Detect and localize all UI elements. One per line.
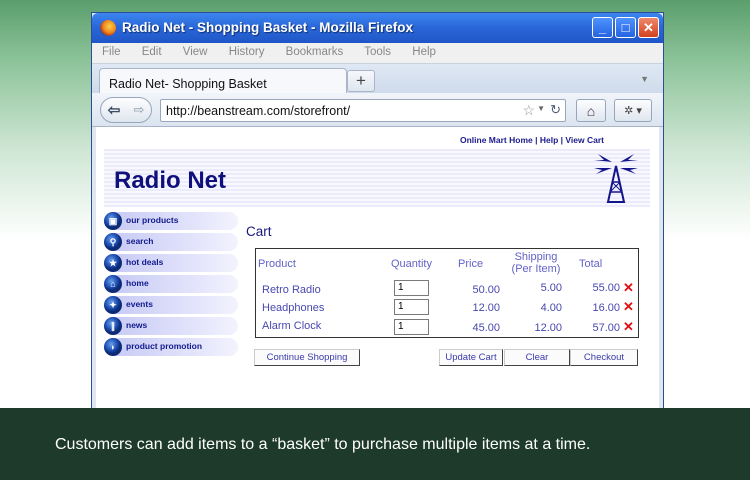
menu-view[interactable]: View [183, 46, 208, 58]
tab-strip: Radio Net- Shopping Basket + ▼ [92, 63, 663, 94]
item-price: 50.00 [472, 284, 500, 296]
remove-item-icon[interactable]: ✕ [623, 280, 634, 296]
quantity-input[interactable]: 1 [394, 280, 429, 296]
page-viewport: Online Mart Home | Help | View Cart Radi… [96, 127, 659, 408]
link-help[interactable]: Help [540, 135, 558, 145]
header-quantity: Quantity [391, 258, 432, 270]
caption-text: Customers can add items to a “basket” to… [55, 436, 591, 453]
cart-item-name: Headphones [262, 302, 325, 314]
navigation-toolbar: ⇦ ⇨ http://beanstream.com/storefront/ ☆ … [92, 93, 663, 127]
item-total: 16.00 [592, 302, 620, 314]
update-cart-button[interactable]: Update Cart [439, 349, 503, 366]
cart-heading: Cart [246, 224, 272, 239]
header-shipping: Shipping (Per Item) [511, 251, 561, 275]
browser-window: Radio Net - Shopping Basket - Mozilla Fi… [91, 12, 664, 408]
nav-hot-deals[interactable]: ★ hot deals [104, 254, 238, 272]
header-total: Total [579, 258, 603, 270]
checkout-button[interactable]: Checkout [570, 349, 638, 366]
item-price: 12.00 [472, 302, 500, 314]
forward-arrow-icon[interactable]: ⇨ [127, 98, 151, 122]
remove-item-icon[interactable]: ✕ [623, 319, 634, 335]
bookmark-star-icon[interactable]: ☆ [522, 102, 535, 119]
item-shipping: 12.00 [534, 322, 562, 334]
menu-file[interactable]: File [102, 46, 121, 58]
firefox-icon [100, 20, 116, 36]
header-price: Price [458, 258, 484, 270]
item-total: 55.00 [592, 282, 620, 294]
star-icon: ★ [104, 254, 122, 272]
radio-tower-icon [594, 154, 638, 203]
menu-bar: File Edit View History Bookmarks Tools H… [92, 43, 663, 63]
home-icon[interactable]: ⌂ [576, 99, 606, 122]
clear-cart-button[interactable]: Clear [504, 349, 570, 366]
minimize-button[interactable]: _ [592, 17, 613, 38]
addon-menu-icon[interactable]: ✲ ▾ [614, 99, 652, 122]
nav-home[interactable]: ⌂ home [104, 275, 238, 293]
top-links: Online Mart Home | Help | View Cart [460, 135, 604, 145]
site-banner: Radio Net [104, 149, 650, 207]
site-logo-text[interactable]: Radio Net [114, 167, 226, 195]
url-history-dropdown-icon[interactable]: ▼ [537, 104, 545, 113]
menu-edit[interactable]: Edit [142, 46, 162, 58]
search-icon: ⚲ [104, 233, 122, 251]
nav-our-products[interactable]: ▣ our products [104, 212, 238, 230]
nav-news[interactable]: ∥ news [104, 317, 238, 335]
maximize-button[interactable]: □ [615, 17, 636, 38]
title-bar[interactable]: Radio Net - Shopping Basket - Mozilla Fi… [92, 13, 663, 43]
remove-item-icon[interactable]: ✕ [623, 299, 634, 315]
back-arrow-icon[interactable]: ⇦ [101, 98, 127, 122]
new-tab-button[interactable]: + [347, 70, 375, 92]
quantity-input[interactable]: 1 [394, 299, 429, 315]
tab-shopping-basket[interactable]: Radio Net- Shopping Basket [99, 68, 347, 94]
link-view-cart[interactable]: View Cart [565, 135, 604, 145]
back-forward-group: ⇦ ⇨ [100, 97, 152, 123]
quantity-input[interactable]: 1 [394, 319, 429, 335]
item-total: 57.00 [592, 322, 620, 334]
products-icon: ▣ [104, 212, 122, 230]
address-bar[interactable]: http://beanstream.com/storefront/ ☆ ▼ ↻ [160, 99, 566, 122]
menu-history[interactable]: History [229, 46, 265, 58]
close-button[interactable]: ✕ [638, 17, 659, 38]
menu-tools[interactable]: Tools [364, 46, 391, 58]
item-shipping: 5.00 [540, 282, 562, 294]
item-shipping: 4.00 [540, 302, 562, 314]
cart-item-name: Alarm Clock [262, 320, 322, 332]
list-tabs-icon[interactable]: ▼ [640, 74, 649, 84]
promotion-icon: ◗ [104, 338, 122, 356]
link-online-mart-home[interactable]: Online Mart Home [460, 135, 533, 145]
side-navigation: ▣ our products ⚲ search ★ hot deals ⌂ ho… [104, 212, 238, 359]
nav-product-promotion[interactable]: ◗ product promotion [104, 338, 238, 356]
item-price: 45.00 [472, 322, 500, 334]
header-product: Product [258, 258, 296, 270]
continue-shopping-button[interactable]: Continue Shopping [254, 349, 360, 366]
cart-table: Product Quantity Price Shipping (Per Ite… [255, 248, 639, 338]
events-icon: ✦ [104, 296, 122, 314]
menu-help[interactable]: Help [412, 46, 436, 58]
nav-search[interactable]: ⚲ search [104, 233, 238, 251]
home-icon: ⌂ [104, 275, 122, 293]
caption-bar: Customers can add items to a “basket” to… [0, 408, 750, 480]
reload-icon[interactable]: ↻ [550, 102, 561, 118]
url-text: http://beanstream.com/storefront/ [166, 104, 351, 118]
news-icon: ∥ [104, 317, 122, 335]
nav-events[interactable]: ✦ events [104, 296, 238, 314]
window-title: Radio Net - Shopping Basket - Mozilla Fi… [122, 20, 414, 35]
cart-item-name: Retro Radio [262, 284, 321, 296]
menu-bookmarks[interactable]: Bookmarks [286, 46, 344, 58]
